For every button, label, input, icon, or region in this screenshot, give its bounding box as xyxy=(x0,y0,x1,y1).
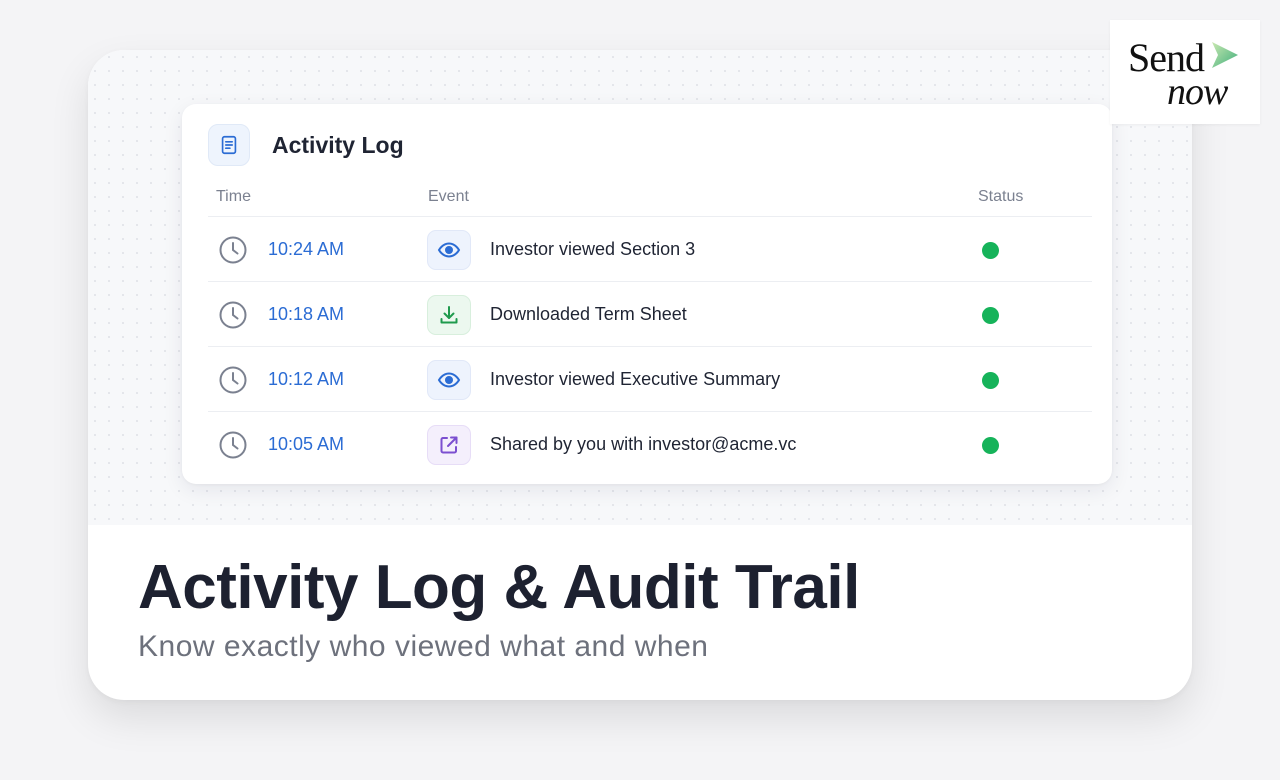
column-header-status: Status xyxy=(978,188,1024,205)
feature-card: Activity Log Time Event Status 10:24 AM … xyxy=(88,50,1192,700)
event-time: 10:18 AM xyxy=(268,304,345,324)
event-description: Investor viewed Executive Summary xyxy=(490,369,781,389)
status-indicator xyxy=(982,242,999,259)
event-time: 10:12 AM xyxy=(268,369,345,389)
status-indicator xyxy=(982,372,999,389)
event-description: Investor viewed Section 3 xyxy=(490,239,696,259)
logo-wordmark-now: now xyxy=(1167,71,1228,113)
sendnow-logo: Send now xyxy=(1110,20,1260,124)
event-time: 10:05 AM xyxy=(268,434,345,454)
panel-header: Activity Log xyxy=(208,124,404,166)
table-row[interactable]: 10:18 AM Downloaded Term Sheet xyxy=(208,281,1092,346)
status-indicator xyxy=(982,437,999,454)
event-description: Downloaded Term Sheet xyxy=(490,304,687,324)
table-row[interactable]: 10:12 AM Investor viewed Executive Summa… xyxy=(208,346,1092,411)
activity-table: 10:24 AM Investor viewed Section 3 10:18… xyxy=(208,216,1092,476)
download-icon xyxy=(427,295,471,335)
feature-headline: Activity Log & Audit Trail xyxy=(138,553,860,622)
event-time: 10:24 AM xyxy=(268,239,345,259)
column-header-event: Event xyxy=(428,188,469,205)
feature-subheadline: Know exactly who viewed what and when xyxy=(138,630,709,663)
event-description: Shared by you with investor@acme.vc xyxy=(490,434,797,454)
share-external-icon xyxy=(427,425,471,465)
status-indicator xyxy=(982,307,999,324)
column-header-time: Time xyxy=(216,188,251,205)
clock-icon xyxy=(219,366,247,394)
eye-icon xyxy=(427,360,471,400)
clock-icon xyxy=(219,236,247,264)
panel-title: Activity Log xyxy=(272,131,404,158)
table-row[interactable]: 10:24 AM Investor viewed Section 3 xyxy=(208,216,1092,281)
clock-icon xyxy=(219,301,247,329)
document-icon xyxy=(208,124,250,166)
eye-icon xyxy=(427,230,471,270)
activity-log-panel: Activity Log Time Event Status 10:24 AM … xyxy=(182,104,1112,484)
clock-icon xyxy=(219,431,247,459)
logo-arrow-icon xyxy=(1212,42,1238,68)
table-row[interactable]: 10:05 AM Shared by you with investor@acm… xyxy=(208,411,1092,476)
